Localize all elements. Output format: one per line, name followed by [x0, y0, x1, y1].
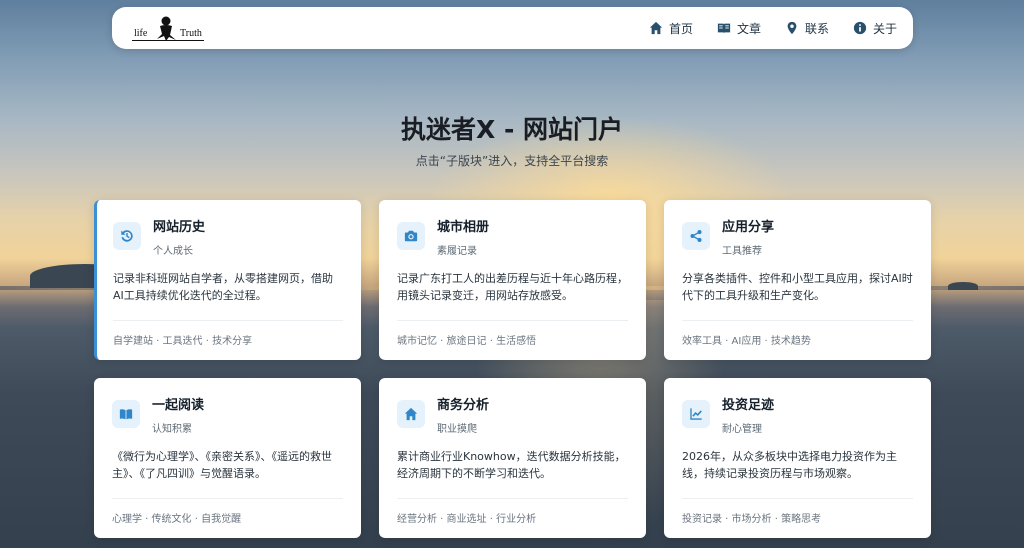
card-icon-box [682, 400, 710, 428]
card-divider [682, 320, 913, 321]
nav-item-contact[interactable]: 联系 [785, 20, 829, 37]
card-keywords: 自学建站 · 工具迭代 · 技术分享 [113, 336, 253, 347]
page-subtitle: 点击“子版块”进入，支持全平台搜索 [415, 154, 609, 168]
nav-item-home[interactable]: 首页 [649, 20, 693, 37]
share-icon [690, 230, 702, 242]
nav-menu: 首页 文章 联系 关于 [625, 20, 897, 37]
card-keywords: 效率工具 · AI应用 · 技术趋势 [682, 336, 811, 347]
card-description: 记录广东打工人的出差历程与近十年心路历程，用镜头记录变迁，用网站存放感受。 [397, 272, 628, 302]
book-icon [717, 23, 731, 34]
card-icon-box [397, 400, 425, 428]
open-book-icon [119, 409, 133, 420]
nav-item-label: 文章 [736, 21, 761, 36]
nav-item-about[interactable]: 关于 [853, 20, 897, 37]
camera-icon [404, 230, 418, 242]
card-divider [397, 320, 628, 321]
top-navbar: life Truth 首页 文章 联系 关于 [112, 7, 913, 49]
card-tag: 认知积累 [152, 424, 192, 435]
card-keywords: 心理学 · 传统文化 · 自我觉醒 [112, 514, 242, 525]
logo-underline [132, 40, 204, 41]
card-tag: 工具推荐 [722, 246, 762, 257]
logo-word-left: life [134, 28, 148, 39]
island-right [948, 282, 978, 290]
card-keywords: 投资记录 · 市场分析 · 策略思考 [682, 514, 822, 525]
logo-word-right: Truth [180, 28, 202, 39]
card-keywords: 经营分析 · 商业选址 · 行业分析 [397, 514, 537, 525]
logo-figure-icon [157, 16, 176, 41]
card-tag: 耐心管理 [722, 424, 762, 435]
info-icon [853, 21, 867, 35]
card-icon-box [397, 222, 425, 250]
card-divider [112, 498, 343, 499]
card-title: 投资足迹 [722, 398, 775, 413]
history-icon [121, 230, 133, 242]
card-description: 分享各类插件、控件和小型工具应用，探讨AI时代下的工具升级和生产变化。 [682, 272, 913, 302]
card-description: 累计商业行业Knowhow，迭代数据分析技能，经济周期下的不断学习和迭代。 [397, 450, 626, 480]
card-business-analysis[interactable]: 商务分析 职业摸爬 累计商业行业Knowhow，迭代数据分析技能，经济周期下的不… [379, 378, 646, 538]
nav-item-label: 联系 [804, 21, 829, 36]
card-app-share[interactable]: 应用分享 工具推荐 分享各类插件、控件和小型工具应用，探讨AI时代下的工具升级和… [664, 200, 931, 360]
card-divider [113, 320, 343, 321]
map-pin-icon [787, 21, 797, 35]
home-icon [404, 407, 418, 421]
home-icon [649, 21, 663, 35]
card-keywords: 城市记忆 · 旅途日记 · 生活感悟 [397, 336, 537, 347]
card-city-album[interactable]: 城市相册 素履记录 记录广东打工人的出差历程与近十年心路历程，用镜头记录变迁，用… [379, 200, 646, 360]
page-title: 执迷者X - 网站门户 [400, 115, 624, 144]
card-title: 应用分享 [722, 220, 775, 235]
site-logo[interactable]: life Truth [132, 11, 224, 45]
card-icon-box [113, 222, 141, 250]
card-tag: 个人成长 [153, 246, 193, 257]
card-icon-box [112, 400, 140, 428]
nav-item-articles[interactable]: 文章 [717, 20, 761, 37]
card-tag: 职业摸爬 [437, 424, 477, 435]
chart-line-icon [690, 408, 702, 420]
card-icon-box [682, 222, 710, 250]
card-site-history[interactable]: 网站历史 个人成长 记录非科班网站自学者，从零搭建网页，借助AI工具持续优化迭代… [94, 200, 361, 360]
nav-item-label: 关于 [872, 21, 897, 36]
card-description: 2026年，从众多板块中选择电力投资作为主线，持续记录投资历程与市场观察。 [682, 450, 897, 480]
card-reading[interactable]: 一起阅读 认知积累 《微行为心理学》、《亲密关系》、《遥远的救世主》、《了凡四训… [94, 378, 361, 538]
card-divider [397, 498, 628, 499]
nav-item-label: 首页 [668, 21, 693, 36]
card-title: 商务分析 [437, 398, 490, 413]
card-tag: 素履记录 [437, 246, 477, 257]
card-divider [682, 498, 913, 499]
card-title: 网站历史 [153, 220, 206, 235]
card-investment[interactable]: 投资足迹 耐心管理 2026年，从众多板块中选择电力投资作为主线，持续记录投资历… [664, 378, 931, 538]
card-description: 《微行为心理学》、《亲密关系》、《遥远的救世主》、《了凡四训》与觉醒语录。 [112, 450, 332, 480]
card-title: 一起阅读 [152, 398, 205, 413]
card-title: 城市相册 [437, 220, 490, 235]
card-description: 记录非科班网站自学者，从零搭建网页，借助AI工具持续优化迭代的全过程。 [113, 272, 333, 302]
